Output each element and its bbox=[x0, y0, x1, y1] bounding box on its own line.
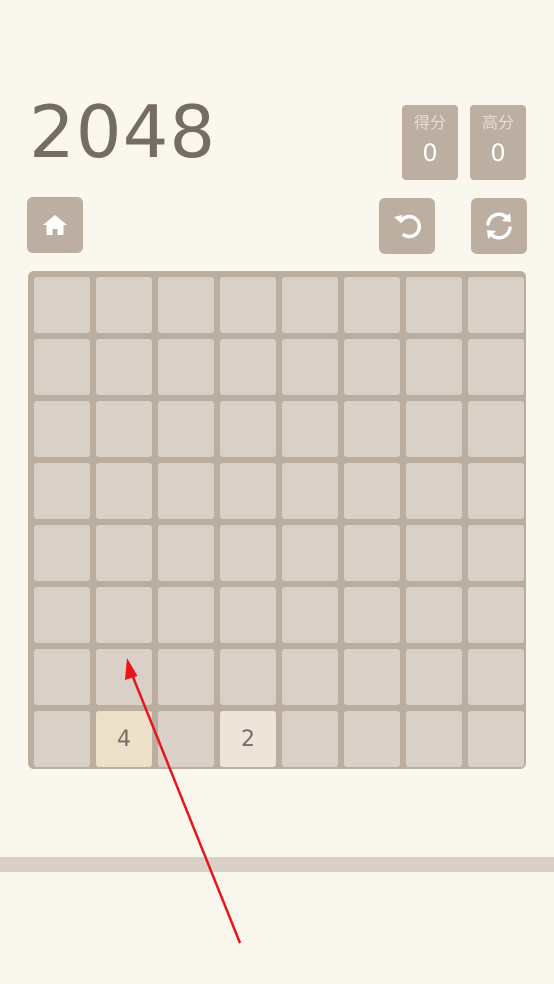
score-label: 得分 bbox=[413, 113, 446, 132]
restart-button[interactable] bbox=[471, 198, 527, 254]
grid-cell bbox=[344, 587, 400, 643]
grid-cell bbox=[282, 463, 338, 519]
tile: 2 bbox=[220, 711, 276, 767]
undo-button[interactable] bbox=[379, 198, 435, 254]
grid-cell bbox=[220, 649, 276, 705]
grid-cell bbox=[344, 339, 400, 395]
grid-cell bbox=[34, 277, 90, 333]
grid-cell bbox=[158, 525, 214, 581]
grid-cell bbox=[406, 463, 462, 519]
grid-cell bbox=[158, 711, 214, 767]
best-score-value: 0 bbox=[490, 139, 506, 167]
grid-cell bbox=[282, 587, 338, 643]
grid-cell bbox=[220, 277, 276, 333]
grid-cell bbox=[468, 339, 524, 395]
best-score-box: 高分 0 bbox=[470, 105, 526, 180]
best-score-label: 高分 bbox=[481, 113, 514, 132]
grid-cell bbox=[96, 277, 152, 333]
grid-cell bbox=[468, 401, 524, 457]
bottom-divider bbox=[0, 857, 554, 872]
grid-cell bbox=[468, 463, 524, 519]
undo-icon bbox=[390, 209, 424, 243]
grid-cell bbox=[220, 401, 276, 457]
score-box: 得分 0 bbox=[402, 105, 458, 180]
grid-cell bbox=[282, 339, 338, 395]
grid-cell bbox=[406, 277, 462, 333]
grid-cell bbox=[34, 463, 90, 519]
grid-cell bbox=[34, 339, 90, 395]
grid-cell bbox=[96, 401, 152, 457]
grid-cell bbox=[344, 463, 400, 519]
grid-cell bbox=[96, 525, 152, 581]
game-title: 2048 bbox=[29, 90, 217, 174]
grid-cell bbox=[220, 525, 276, 581]
grid-cell bbox=[158, 339, 214, 395]
grid-cell bbox=[406, 339, 462, 395]
grid-cell bbox=[96, 587, 152, 643]
grid-cell bbox=[468, 711, 524, 767]
home-icon bbox=[41, 211, 69, 239]
grid-cell bbox=[344, 277, 400, 333]
grid-cell bbox=[344, 525, 400, 581]
grid-cell bbox=[96, 649, 152, 705]
grid-cell bbox=[34, 401, 90, 457]
grid-cell bbox=[220, 463, 276, 519]
grid-cell bbox=[282, 649, 338, 705]
grid-cell bbox=[158, 649, 214, 705]
grid-cell bbox=[34, 587, 90, 643]
grid-cell bbox=[282, 277, 338, 333]
grid-cell bbox=[34, 525, 90, 581]
grid-cell bbox=[282, 401, 338, 457]
grid-cell bbox=[468, 587, 524, 643]
grid-cell bbox=[344, 649, 400, 705]
grid-cell bbox=[406, 649, 462, 705]
grid-cell bbox=[468, 649, 524, 705]
grid-cell bbox=[34, 649, 90, 705]
home-button[interactable] bbox=[27, 197, 83, 253]
grid-cell bbox=[96, 463, 152, 519]
grid-cell bbox=[158, 401, 214, 457]
grid-cell bbox=[158, 463, 214, 519]
grid-cell bbox=[220, 339, 276, 395]
grid-cell bbox=[96, 339, 152, 395]
tile: 4 bbox=[96, 711, 152, 767]
grid-cell bbox=[406, 711, 462, 767]
grid-cell bbox=[34, 711, 90, 767]
restart-icon bbox=[481, 208, 517, 244]
game-board[interactable]: 42 bbox=[28, 271, 526, 769]
grid-cell bbox=[282, 711, 338, 767]
grid-cell bbox=[220, 587, 276, 643]
grid-cell bbox=[406, 525, 462, 581]
grid-cell bbox=[344, 711, 400, 767]
grid-cell bbox=[282, 525, 338, 581]
grid-cell bbox=[468, 277, 524, 333]
grid-cell bbox=[344, 401, 400, 457]
score-value: 0 bbox=[422, 139, 438, 167]
grid-cell bbox=[406, 587, 462, 643]
grid-cell bbox=[158, 277, 214, 333]
grid-cell bbox=[158, 587, 214, 643]
grid-cell bbox=[468, 525, 524, 581]
grid-cell bbox=[406, 401, 462, 457]
